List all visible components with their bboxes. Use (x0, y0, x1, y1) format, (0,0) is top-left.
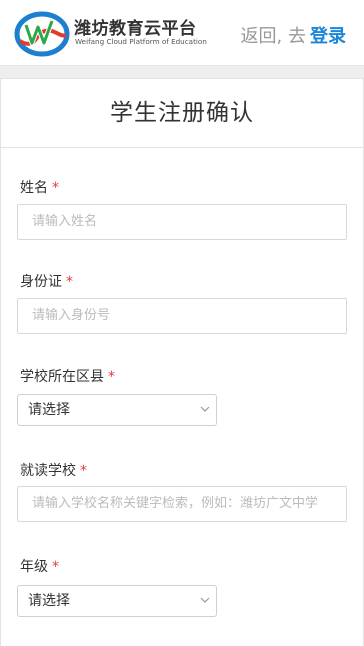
header-nav: 返回, 去登录 (241, 22, 346, 48)
registration-form-card: 学生注册确认 姓名 * 请输入姓名 身份证 * 请输入身份号 学校所在区县 * 请选择… (0, 78, 364, 646)
chevron-down-icon (200, 597, 210, 603)
id-card-label: 身份证 * (20, 274, 73, 290)
school-label: 就读学校 * (20, 463, 87, 479)
name-input[interactable]: 请输入姓名 (17, 204, 347, 240)
brand-name-cn: 潍坊教育云平台 (74, 19, 197, 39)
district-label: 学校所在区县 * (20, 369, 115, 385)
login-link[interactable]: 登录 (310, 26, 346, 47)
top-header: 潍坊教育云平台 Weifang Cloud Platform of Educat… (0, 0, 364, 66)
grade-select[interactable]: 请选择 (17, 585, 217, 617)
required-mark: * (108, 369, 115, 385)
back-link[interactable]: 返回, 去 (241, 26, 306, 47)
required-mark: * (66, 274, 73, 290)
grade-label: 年级 * (20, 559, 59, 575)
chevron-down-icon (200, 406, 210, 412)
required-mark: * (80, 463, 87, 479)
id-card-input[interactable]: 请输入身份号 (17, 298, 347, 334)
page-title: 学生注册确认 (1, 79, 363, 148)
school-search-input[interactable]: 请输入学校名称关键字检索，例如：潍坊广文中学 (17, 486, 347, 522)
header-separator (0, 66, 364, 78)
brand-name-en: Weifang Cloud Platform of Education (75, 37, 207, 46)
grade-select-value: 请选择 (28, 593, 70, 609)
required-mark: * (52, 559, 59, 575)
required-mark: * (52, 180, 59, 196)
district-select-value: 请选择 (28, 402, 70, 418)
district-select[interactable]: 请选择 (17, 394, 217, 426)
name-label: 姓名 * (20, 180, 59, 196)
platform-logo-icon (14, 11, 70, 57)
